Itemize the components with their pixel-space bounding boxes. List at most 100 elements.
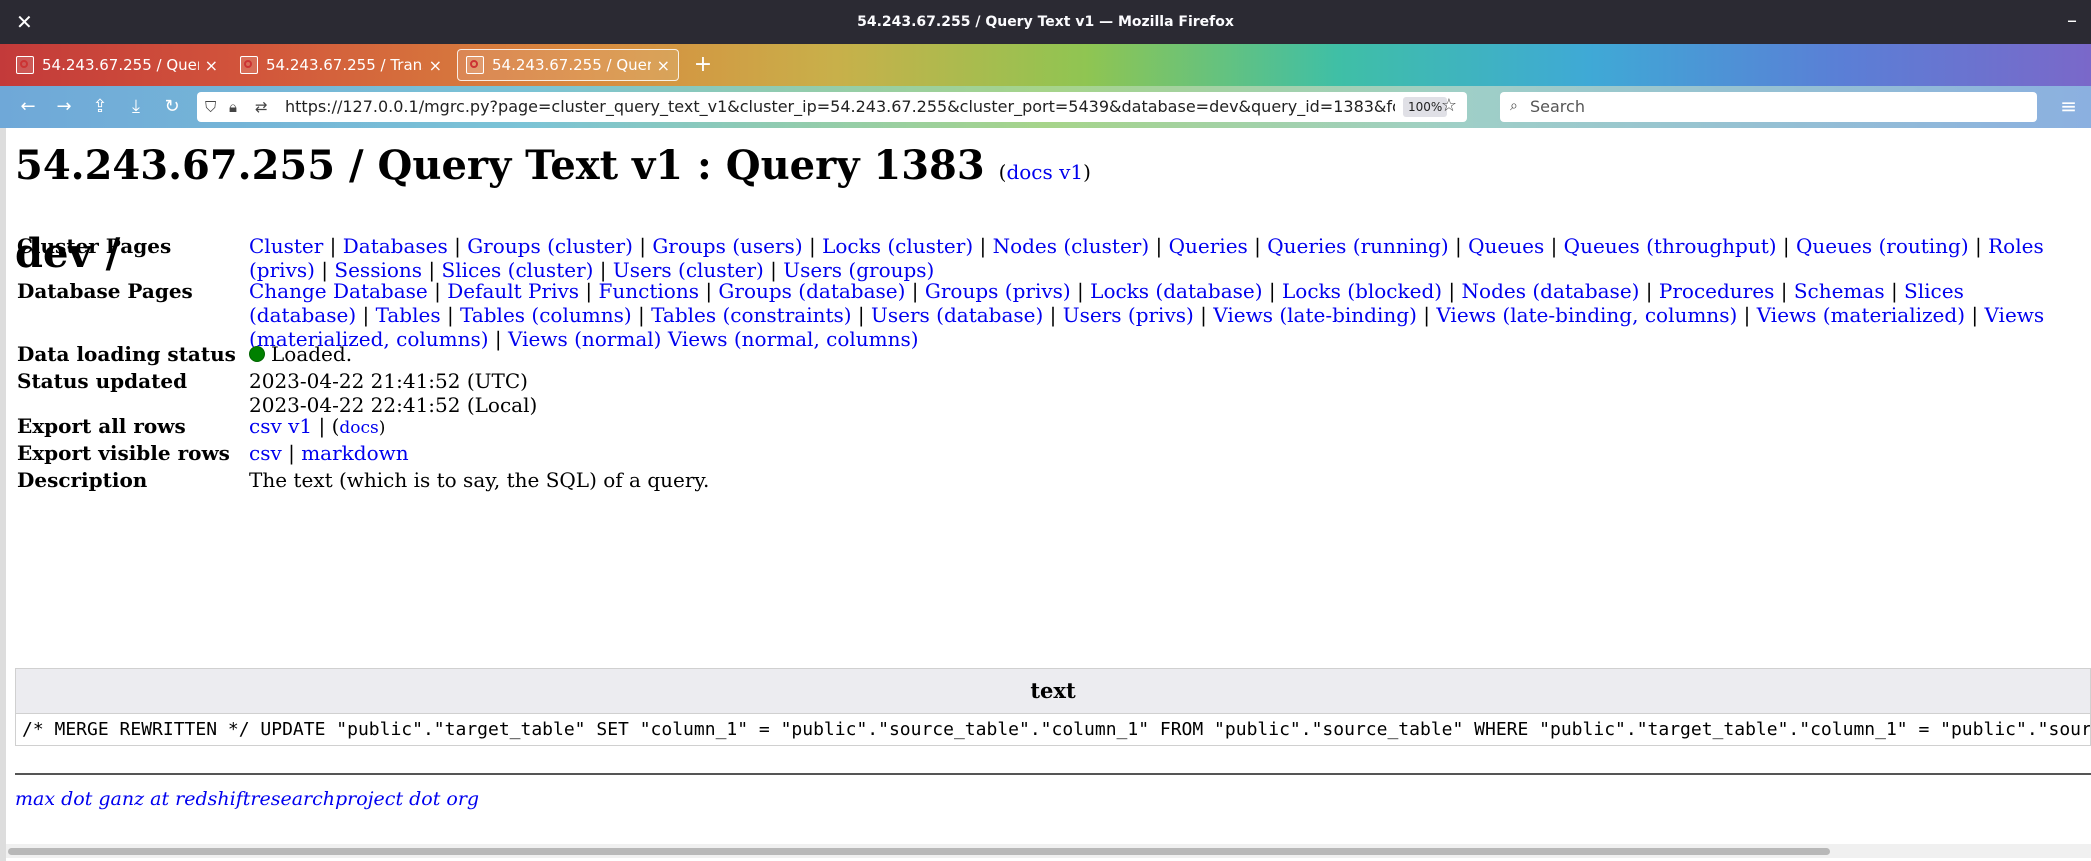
database-pages-label: Database Pages: [17, 279, 193, 303]
cluster-pages-label: Cluster Pages: [17, 234, 172, 258]
database-page-link[interactable]: Locks (database): [1090, 279, 1262, 303]
tab-close-icon[interactable]: ×: [657, 56, 670, 75]
paren-close: ): [1083, 160, 1091, 184]
tab-close-icon[interactable]: ×: [205, 56, 218, 75]
link-separator: |: [698, 279, 719, 303]
downloads-icon[interactable]: ⤓: [122, 94, 150, 120]
link-separator: |: [1968, 234, 1989, 258]
cluster-page-link[interactable]: Groups (users): [652, 234, 802, 258]
database-page-link[interactable]: Default Privs: [447, 279, 579, 303]
database-page-link[interactable]: Users (privs): [1063, 303, 1194, 327]
cluster-page-link[interactable]: Locks (cluster): [822, 234, 973, 258]
tab-queries[interactable]: 54.243.67.255 / Queries ×: [8, 49, 226, 81]
database-page-link[interactable]: Locks (blocked): [1282, 279, 1442, 303]
cluster-page-link[interactable]: Queries (running): [1267, 234, 1448, 258]
database-page-link[interactable]: Procedures: [1659, 279, 1774, 303]
link-separator: |: [1776, 234, 1796, 258]
link-separator: |: [447, 234, 468, 258]
scrollbar-thumb[interactable]: [8, 848, 1830, 855]
paren-close: ): [378, 418, 386, 438]
search-bar[interactable]: ⌕ Search: [1500, 92, 2037, 122]
cluster-page-link[interactable]: Queues (throughput): [1564, 234, 1777, 258]
shield-icon[interactable]: ⛉: [205, 98, 216, 116]
link-separator: |: [631, 303, 652, 327]
database-page-link[interactable]: Tables (constraints): [651, 303, 851, 327]
export-csv-link[interactable]: csv: [249, 441, 282, 465]
export-all-label: Export all rows: [17, 414, 186, 438]
database-page-link[interactable]: Views (late-binding): [1213, 303, 1417, 327]
database-page-link[interactable]: Functions: [599, 279, 699, 303]
database-page-link[interactable]: Change Database: [249, 279, 428, 303]
url-bar[interactable]: ⛉ 🔒︎ ⇄ https://127.0.0.1/mgrc.py?page=cl…: [197, 92, 1467, 122]
lock-icon[interactable]: 🔒︎: [229, 98, 237, 116]
save-page-icon[interactable]: ⇪: [86, 94, 114, 120]
window-minimize-icon[interactable]: –: [2067, 8, 2077, 32]
horizontal-scrollbar[interactable]: [6, 844, 2091, 858]
tab-label: 54.243.67.255 / Queries: [42, 56, 199, 74]
link-separator: |: [1442, 279, 1462, 303]
tab-transactions[interactable]: 54.243.67.255 / Transactions ×: [232, 49, 450, 81]
link-separator: |: [1544, 234, 1564, 258]
cluster-page-link[interactable]: Cluster: [249, 234, 323, 258]
link-separator: |: [1639, 279, 1659, 303]
bookmark-star-icon[interactable]: ☆: [1441, 95, 1457, 116]
export-markdown-link[interactable]: markdown: [301, 441, 408, 465]
data-loading-label: Data loading status: [17, 342, 236, 366]
link-separator: |: [1247, 234, 1268, 258]
navigation-toolbar: ← → ⇪ ⤓ ↻ ⛉ 🔒︎ ⇄ https://127.0.0.1/mgrc.…: [0, 86, 2091, 128]
url-text[interactable]: https://127.0.0.1/mgrc.py?page=cluster_q…: [285, 92, 1395, 122]
link-separator: |: [851, 303, 872, 327]
link-separator: |: [579, 279, 599, 303]
database-page-link[interactable]: Nodes (database): [1462, 279, 1640, 303]
table-row: /* MERGE REWRITTEN */ UPDATE "public"."t…: [22, 719, 2091, 740]
permissions-icon[interactable]: ⇄: [255, 98, 268, 116]
page-title-text: 54.243.67.255 / Query Text v1 : Query 13…: [15, 142, 985, 189]
cluster-page-link[interactable]: Nodes (cluster): [993, 234, 1150, 258]
cluster-page-link[interactable]: Queues (routing): [1796, 234, 1969, 258]
link-separator: |: [1070, 279, 1091, 303]
tab-strip: 54.243.67.255 / Queries × 54.243.67.255 …: [0, 44, 2091, 86]
tab-label: 54.243.67.255 / Transactions: [266, 56, 423, 74]
cluster-page-link[interactable]: Databases: [343, 234, 448, 258]
database-page-link[interactable]: Users (database): [871, 303, 1043, 327]
link-separator: |: [1965, 303, 1985, 327]
cluster-page-link[interactable]: Queries: [1169, 234, 1248, 258]
export-csv-v1-link[interactable]: csv v1: [249, 414, 312, 438]
docs-v1-link[interactable]: docs v1: [1006, 160, 1083, 184]
link-separator: |: [1193, 303, 1214, 327]
link-separator: |: [973, 234, 993, 258]
database-page-link[interactable]: Schemas: [1794, 279, 1885, 303]
tab-query-text[interactable]: 54.243.67.255 / Query Text v1 ×: [457, 49, 679, 81]
link-separator: |: [1043, 303, 1063, 327]
description-value: The text (which is to say, the SQL) of a…: [249, 468, 710, 492]
export-docs-link[interactable]: docs: [339, 418, 378, 438]
status-updated-value: 2023-04-22 21:41:52 (UTC) 2023-04-22 22:…: [249, 369, 2059, 417]
database-page-link[interactable]: Tables (columns): [460, 303, 632, 327]
tab-close-icon[interactable]: ×: [429, 56, 442, 75]
database-page-link[interactable]: Views (materialized): [1757, 303, 1965, 327]
database-page-link[interactable]: Views (late-binding, columns): [1436, 303, 1737, 327]
export-all-value: csv v1 | (docs): [249, 414, 2059, 440]
tab-favicon-icon: [16, 56, 34, 74]
back-icon[interactable]: ←: [14, 94, 42, 120]
new-tab-button[interactable]: +: [690, 47, 716, 83]
export-visible-value: csv | markdown: [249, 441, 2059, 465]
database-page-link[interactable]: Groups (database): [718, 279, 905, 303]
window-title: 54.243.67.255 / Query Text v1 — Mozilla …: [857, 14, 1234, 30]
search-icon: ⌕: [1510, 98, 1518, 114]
export-visible-label: Export visible rows: [17, 441, 230, 465]
search-placeholder: Search: [1530, 97, 1585, 116]
hamburger-menu-icon[interactable]: ≡: [2060, 94, 2077, 118]
database-page-link[interactable]: Groups (privs): [925, 279, 1071, 303]
link-separator: |: [632, 234, 653, 258]
footer-contact-link[interactable]: max dot ganz at redshiftresearchproject …: [15, 788, 479, 810]
database-pages-links: Change Database | Default Privs | Functi…: [249, 279, 2059, 351]
cluster-page-link[interactable]: Groups (cluster): [467, 234, 633, 258]
cluster-page-link[interactable]: Queues: [1468, 234, 1544, 258]
page-title: 54.243.67.255 / Query Text v1 : Query 13…: [15, 142, 1091, 189]
table-header-text[interactable]: text: [16, 669, 2090, 714]
forward-icon[interactable]: →: [50, 94, 78, 120]
database-page-link[interactable]: Tables: [376, 303, 441, 327]
reload-icon[interactable]: ↻: [158, 94, 186, 120]
link-separator: |: [1262, 279, 1282, 303]
